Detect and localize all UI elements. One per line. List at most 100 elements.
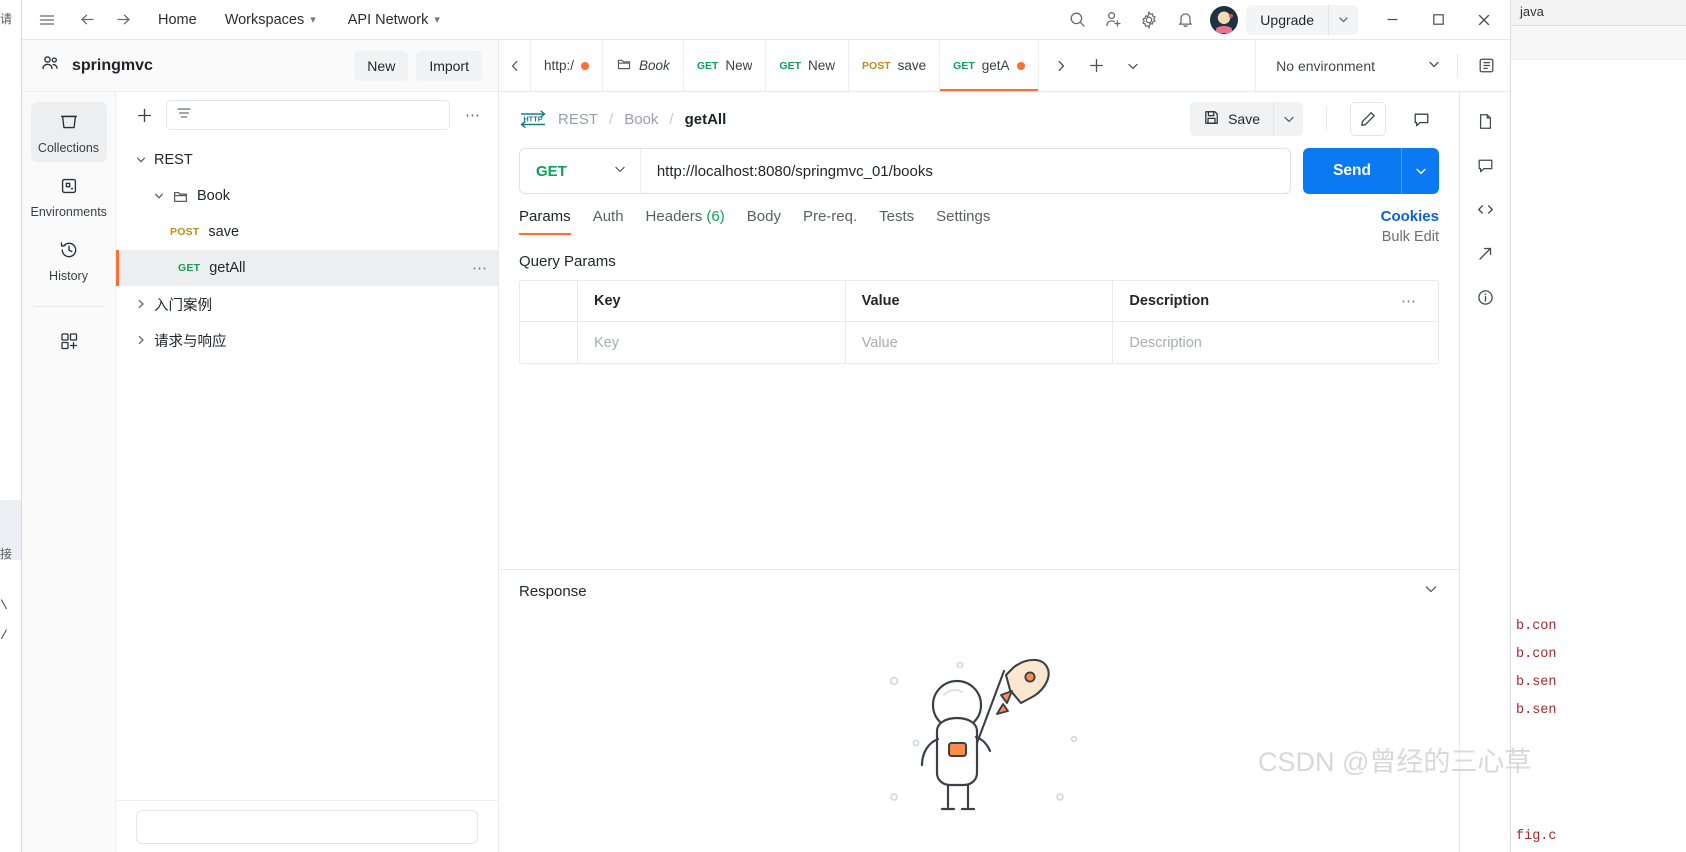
send-button[interactable]: Send: [1303, 148, 1401, 194]
api-network-button[interactable]: API Network ▾: [340, 6, 448, 34]
close-button[interactable]: [1462, 1, 1506, 39]
new-button[interactable]: New: [354, 50, 409, 81]
save-caret-chevron-down-icon[interactable]: [1273, 102, 1303, 136]
sidebar-footer: [116, 800, 498, 852]
method-selector[interactable]: GET: [520, 149, 641, 193]
tree-item-book[interactable]: Book: [116, 178, 498, 214]
cell-key[interactable]: Key: [578, 322, 846, 363]
cell-description[interactable]: Description: [1113, 322, 1380, 363]
background-editor-tab[interactable]: java: [1510, 0, 1686, 26]
tree-item-qingqiu-yu-xiangying[interactable]: 请求与响应: [116, 322, 498, 358]
breadcrumb-item-book[interactable]: Book: [624, 111, 658, 128]
send-group: Send: [1303, 148, 1439, 194]
chevron-right-icon[interactable]: [128, 298, 154, 310]
select-all-cell[interactable]: [520, 281, 578, 321]
chevron-down-icon: [1427, 57, 1441, 74]
pencil-icon[interactable]: [1350, 102, 1386, 136]
user-plus-icon[interactable]: [1096, 5, 1130, 35]
arrow-right-icon[interactable]: [106, 5, 140, 35]
tab-url[interactable]: http:/: [531, 40, 604, 91]
breadcrumb-separator: /: [669, 110, 674, 128]
tab-headers-count: (6): [706, 208, 725, 225]
tab-body[interactable]: Body: [747, 208, 781, 235]
more-horizontal-icon[interactable]: ⋯: [1380, 281, 1438, 321]
send-caret-chevron-down-icon[interactable]: [1401, 148, 1439, 194]
upgrade-group: Upgrade: [1246, 4, 1358, 35]
comment-icon[interactable]: [1403, 102, 1439, 136]
tab-settings[interactable]: Settings: [936, 208, 990, 235]
hamburger-icon[interactable]: [30, 5, 64, 35]
row-checkbox-cell[interactable]: [520, 322, 578, 363]
chevron-left-icon[interactable]: [499, 40, 531, 91]
chevron-right-icon[interactable]: [128, 334, 154, 346]
tab-tests[interactable]: Tests: [879, 208, 914, 235]
arrow-left-icon[interactable]: [70, 5, 104, 35]
unsaved-dot-icon: [1016, 61, 1025, 70]
tree-item-rest[interactable]: REST: [116, 142, 498, 178]
tree-item-save[interactable]: POST save: [116, 214, 498, 250]
environment-selector[interactable]: No environment: [1272, 51, 1447, 80]
sidebar-footer-field[interactable]: [136, 809, 478, 844]
more-horizontal-icon[interactable]: ⋯: [472, 259, 488, 277]
tree-item-label: REST: [154, 152, 193, 168]
upgrade-button[interactable]: Upgrade: [1246, 5, 1328, 35]
comment-icon[interactable]: [1468, 148, 1502, 182]
open-tabs: http:/ Book GET New GET New POST save GE…: [531, 40, 1039, 91]
unsaved-dot-icon: [581, 61, 590, 70]
document-icon[interactable]: [1468, 104, 1502, 138]
home-button[interactable]: Home: [150, 6, 205, 34]
tab-new-request-2[interactable]: GET New: [766, 40, 850, 91]
background-left-text-1: 接: [0, 547, 13, 561]
tree-item-getall[interactable]: GET getAll ⋯: [116, 250, 498, 286]
row-spacer: [1380, 322, 1438, 363]
save-button[interactable]: Save: [1190, 102, 1273, 136]
cell-value[interactable]: Value: [846, 322, 1114, 363]
add-apps-icon[interactable]: [44, 321, 94, 361]
new-tab-plus-icon[interactable]: [1079, 40, 1115, 91]
chevron-right-icon[interactable]: [1043, 40, 1079, 91]
chevron-down-icon[interactable]: [146, 190, 172, 202]
avatar[interactable]: [1210, 5, 1239, 34]
tab-pre-request[interactable]: Pre-req.: [803, 208, 857, 235]
environment-quicklook-icon[interactable]: [1468, 48, 1504, 84]
tree-item-rumen-anli[interactable]: 入门案例: [116, 286, 498, 322]
sidebar-item-collections[interactable]: Collections: [30, 102, 107, 162]
info-icon[interactable]: [1468, 280, 1502, 314]
breadcrumb-item-rest[interactable]: REST: [558, 111, 598, 128]
right-side-rail: [1459, 92, 1510, 852]
tab-headers[interactable]: Headers (6): [646, 208, 725, 235]
tree-item-label: getAll: [209, 260, 246, 276]
chevron-down-icon[interactable]: [128, 154, 154, 166]
tab-new-request-1[interactable]: GET New: [684, 40, 767, 91]
chevron-down-icon: ▾: [434, 14, 440, 26]
more-horizontal-icon[interactable]: ⋯: [458, 101, 488, 129]
environment-label: No environment: [1276, 57, 1375, 74]
response-header: Response: [499, 570, 1459, 613]
code-icon[interactable]: [1468, 192, 1502, 226]
workspaces-button[interactable]: Workspaces ▾: [217, 6, 324, 34]
team-icon: [40, 53, 61, 79]
chevron-down-icon[interactable]: [1328, 4, 1358, 35]
bell-icon[interactable]: [1168, 5, 1202, 35]
import-button[interactable]: Import: [416, 50, 482, 81]
share-icon[interactable]: [1468, 236, 1502, 270]
plus-icon[interactable]: [130, 101, 158, 129]
tab-auth[interactable]: Auth: [593, 208, 624, 235]
left-columns: Collections Environments History ⋯ REST …: [22, 92, 498, 852]
sidebar-item-environments[interactable]: Environments: [31, 166, 107, 226]
gear-icon[interactable]: [1132, 5, 1166, 35]
maximize-button[interactable]: [1416, 1, 1460, 39]
tab-getall[interactable]: GET getA: [940, 40, 1039, 91]
query-params-table: Key Value Description ⋯ Key Value Descri…: [519, 280, 1439, 364]
url-input[interactable]: http://localhost:8080/springmvc_01/books: [641, 163, 1290, 180]
tab-list-chevron-down-icon[interactable]: [1115, 40, 1151, 91]
tab-book-folder[interactable]: Book: [603, 40, 684, 91]
tab-save[interactable]: POST save: [849, 40, 941, 91]
search-input[interactable]: [166, 100, 450, 130]
tab-params[interactable]: Params: [519, 208, 571, 235]
search-icon[interactable]: [1060, 5, 1094, 35]
minimize-button[interactable]: [1370, 1, 1414, 39]
bulk-edit-button[interactable]: Bulk Edit: [1382, 229, 1439, 245]
sidebar-item-history[interactable]: History: [31, 230, 107, 290]
chevron-down-icon[interactable]: [1423, 581, 1439, 602]
